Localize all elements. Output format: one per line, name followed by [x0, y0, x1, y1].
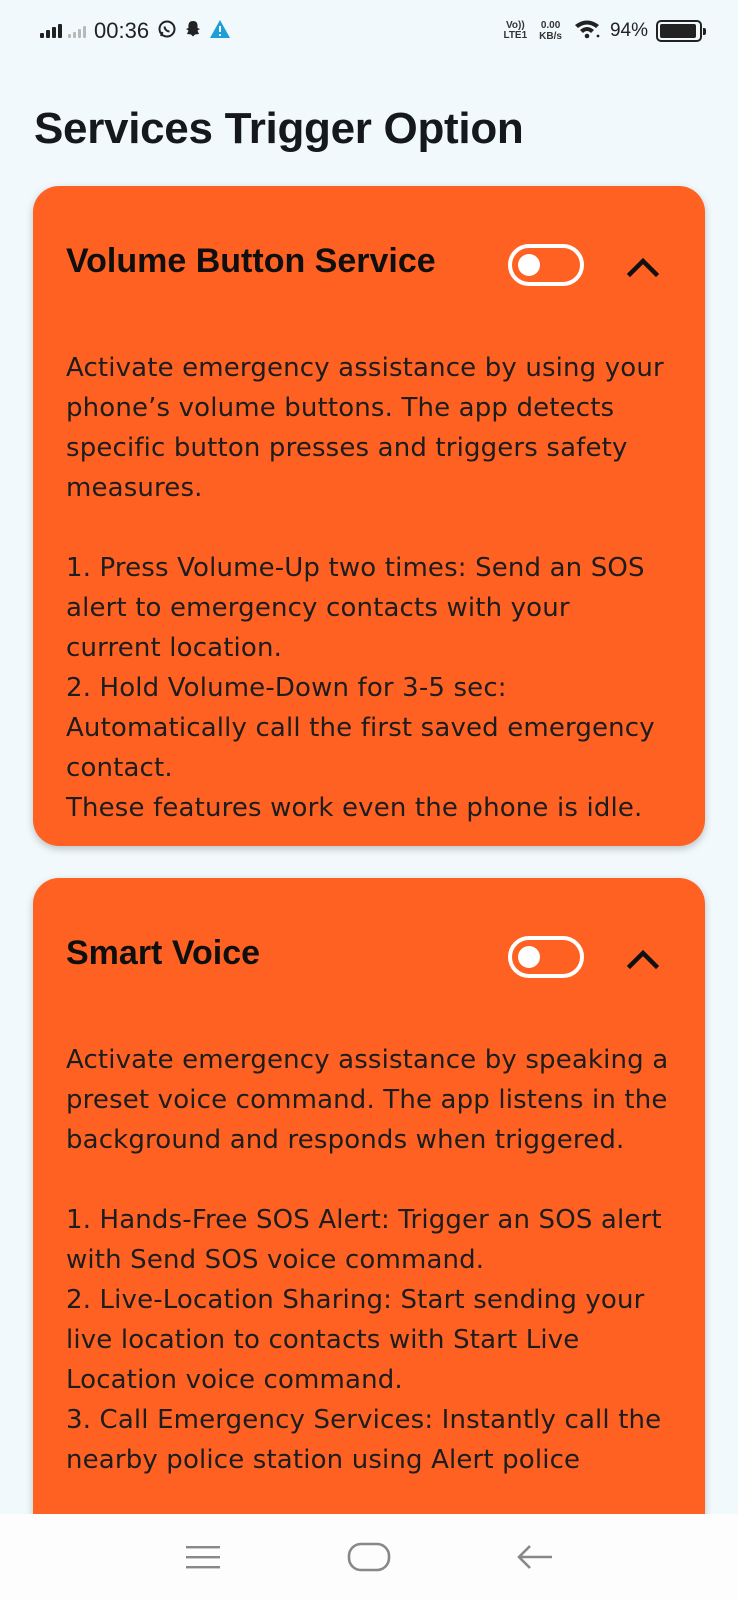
status-bar: 00:36 Vo)) LTE1 0.00 KB/s 94% [0, 0, 738, 62]
status-time: 00:36 [94, 18, 150, 43]
card-header: Volume Button Service [66, 186, 672, 348]
page-title: Services Trigger Option [34, 104, 524, 153]
card-description: Activate emergency assistance by using y… [66, 353, 664, 503]
chevron-up-icon[interactable] [626, 944, 660, 974]
card-item: 1. Hands-Free SOS Alert: Trigger an SOS … [66, 1205, 662, 1275]
network-speed-value: 0.00 [540, 20, 561, 31]
status-bar-left: 00:36 [40, 18, 237, 44]
card-item: 2. Hold Volume-Down for 3-5 sec: Automat… [66, 673, 655, 783]
smart-voice-card: Smart Voice Activate emergency assistanc… [33, 878, 705, 1578]
card-title: Volume Button Service [66, 242, 436, 280]
volume-button-service-toggle[interactable] [508, 244, 584, 286]
network-speed: 0.00 KB/s [539, 20, 562, 42]
card-item: 1. Press Volume-Up two times: Send an SO… [66, 553, 645, 663]
card-title: Smart Voice [66, 934, 261, 972]
volte-indicator: Vo)) LTE1 [503, 21, 527, 41]
back-icon[interactable] [513, 1535, 557, 1579]
volume-button-service-card: Volume Button Service Activate emergency… [33, 186, 705, 846]
card-item: 2. Live-Location Sharing: Start sending … [66, 1285, 645, 1395]
battery-level [660, 24, 696, 38]
card-body: Activate emergency assistance by using y… [66, 348, 672, 828]
card-description: Activate emergency assistance by speakin… [66, 1045, 669, 1155]
toggle-knob [518, 946, 540, 968]
snapchat-icon [183, 19, 203, 44]
network-speed-unit: KB/s [539, 31, 562, 42]
warning-icon [209, 19, 231, 44]
menu-icon[interactable] [181, 1535, 225, 1579]
lte-label: LTE1 [503, 30, 528, 41]
status-bar-right: Vo)) LTE1 0.00 KB/s 94% [503, 19, 706, 44]
chevron-up-icon[interactable] [626, 252, 660, 282]
whatsapp-icon [157, 19, 177, 44]
card-header: Smart Voice [66, 878, 672, 1040]
card-item: 3. Call Emergency Services: Instantly ca… [66, 1405, 662, 1475]
card-body: Activate emergency assistance by speakin… [66, 1040, 672, 1480]
card-note: These features work even the phone is id… [66, 793, 643, 823]
signal-secondary-icon [68, 24, 86, 38]
signal-icon [40, 24, 62, 38]
system-nav-bar [0, 1514, 738, 1600]
wifi-icon [574, 19, 600, 44]
toggle-knob [518, 254, 540, 276]
battery-icon [656, 20, 706, 42]
smart-voice-toggle[interactable] [508, 936, 584, 978]
home-icon[interactable] [347, 1535, 391, 1579]
battery-percent: 94% [609, 20, 648, 41]
